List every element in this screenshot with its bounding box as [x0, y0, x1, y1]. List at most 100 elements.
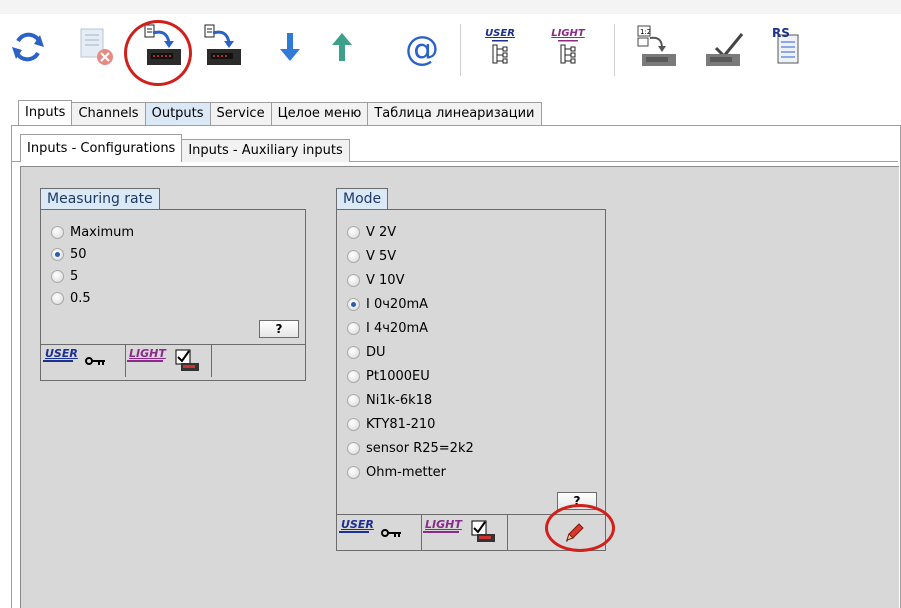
mode-option-i-4-20ma[interactable]: I 4ч20mA: [347, 318, 428, 338]
radio-button: [347, 273, 360, 287]
refresh-button[interactable]: [6, 14, 50, 84]
user-label: USER: [341, 518, 374, 531]
upload-arrow-icon: [330, 29, 354, 69]
read-from-device-button[interactable]: [138, 14, 188, 84]
rate-option-label: 5: [70, 268, 79, 284]
radio-button-selected: [347, 297, 360, 311]
light-label: LIGHT: [551, 28, 585, 39]
checked-device-icon: [175, 349, 201, 377]
radio-button: [347, 465, 360, 479]
mode-help-button[interactable]: ?: [557, 492, 597, 510]
radio-button: [347, 441, 360, 455]
mode-option-label: I 4ч20mA: [366, 320, 429, 336]
rs-label: RS: [772, 26, 790, 40]
user-label: USER: [45, 347, 78, 360]
mode-option-label: I 0ч20mA: [366, 296, 429, 312]
mode-option-v-10v[interactable]: V 10V: [347, 270, 404, 290]
user-menu-button[interactable]: USER: [478, 14, 522, 84]
light-access-cell[interactable]: LIGHT: [421, 515, 508, 550]
mode-option-i-0-20ma[interactable]: I 0ч20mA: [347, 294, 428, 314]
download-button[interactable]: [270, 14, 310, 84]
pencil-edit-icon[interactable]: [563, 522, 585, 548]
tab-service[interactable]: Service: [209, 102, 272, 125]
read-from-device-icon: [141, 23, 185, 75]
tab-inputs-configurations[interactable]: Inputs - Configurations: [20, 134, 183, 162]
radio-button: [347, 369, 360, 383]
user-label: USER: [485, 28, 515, 39]
radio-button: [347, 321, 360, 335]
mode-option-du[interactable]: DU: [347, 342, 386, 362]
tab-channels[interactable]: Channels: [71, 102, 146, 125]
radio-button: [51, 291, 64, 305]
user-access-cell[interactable]: USER: [337, 515, 422, 550]
svg-text:1:2: 1:2: [640, 28, 651, 36]
main-tab-bar: Inputs Channels Outputs Service Целое ме…: [18, 100, 542, 125]
write-to-device-button[interactable]: [198, 14, 248, 84]
mode-panel: V 2V V 5V V 10V I 0ч20mA I 4ч20mA DU Pt1…: [336, 209, 606, 551]
measuring-rate-title: Measuring rate: [40, 188, 160, 209]
tab-inputs-auxiliary[interactable]: Inputs - Auxiliary inputs: [181, 139, 350, 162]
sub-tab-bar: Inputs - Configurations Inputs - Auxilia…: [20, 134, 350, 162]
mode-option-v-5v[interactable]: V 5V: [347, 246, 396, 266]
mode-option-sensor-r25[interactable]: sensor R25=2k2: [347, 438, 474, 458]
rate-option-0-5[interactable]: 0.5: [51, 288, 91, 308]
radio-button: [347, 225, 360, 239]
radio-button: [347, 249, 360, 263]
measuring-rate-panel: Maximum 50 5 0.5 ? USER LIGHT: [40, 209, 306, 381]
light-label: LIGHT: [129, 347, 166, 360]
disconnect-button[interactable]: [74, 14, 118, 84]
light-underline: [423, 531, 459, 533]
upload-button[interactable]: [322, 14, 362, 84]
toolbar-separator: [614, 24, 615, 76]
radio-button: [347, 393, 360, 407]
device-check-button[interactable]: [700, 14, 748, 84]
measuring-rate-footer: USER LIGHT: [41, 344, 305, 377]
mode-option-label: V 2V: [366, 224, 397, 240]
tab-full-menu[interactable]: Целое меню: [270, 102, 369, 125]
mode-option-pt1000eu[interactable]: Pt1000EU: [347, 366, 430, 386]
radio-button: [347, 417, 360, 431]
email-button[interactable]: @: [400, 14, 444, 84]
tab-outputs[interactable]: Outputs: [144, 102, 211, 125]
toolbar: @ USER LIGHT 1:2 RS: [0, 14, 901, 92]
device-check-icon: [702, 24, 746, 74]
toolbar-separator: [460, 24, 461, 76]
rate-option-5[interactable]: 5: [51, 266, 78, 286]
radio-button-selected: [51, 247, 64, 261]
mode-option-label: sensor R25=2k2: [366, 440, 474, 456]
mode-option-label: DU: [366, 344, 386, 360]
mode-option-label: V 10V: [366, 272, 405, 288]
rate-option-label: Maximum: [70, 224, 135, 240]
rate-option-maximum[interactable]: Maximum: [51, 222, 134, 242]
mode-option-v-2v[interactable]: V 2V: [347, 222, 396, 242]
mode-option-label: Ni1k-6k18: [366, 392, 433, 408]
user-menu-tree-icon: [490, 38, 510, 70]
key-icon: [381, 527, 403, 543]
radio-button: [51, 269, 64, 283]
write-to-device-icon: [201, 23, 245, 75]
light-access-cell[interactable]: LIGHT: [125, 345, 212, 377]
user-underline: [339, 531, 369, 533]
mode-option-label: KTY81-210: [366, 416, 436, 432]
refresh-icon: [10, 27, 46, 71]
key-icon: [85, 355, 107, 371]
calibration-button[interactable]: 1:2: [634, 14, 682, 84]
user-underline: [43, 360, 73, 362]
light-menu-tree-icon: [558, 38, 578, 70]
light-label: LIGHT: [425, 518, 462, 531]
mode-title: Mode: [336, 188, 389, 209]
mode-option-ohm-metter[interactable]: Ohm-metter: [347, 462, 446, 482]
rs-document-icon: RS: [770, 25, 806, 73]
rate-option-50[interactable]: 50: [51, 244, 87, 264]
light-menu-button[interactable]: LIGHT: [544, 14, 592, 84]
disconnect-icon: [77, 25, 115, 73]
mode-option-kty81[interactable]: KTY81-210: [347, 414, 435, 434]
mode-option-ni1k[interactable]: Ni1k-6k18: [347, 390, 432, 410]
rate-option-label: 0.5: [70, 290, 91, 306]
tab-linearization-table[interactable]: Таблица линеаризации: [367, 102, 542, 125]
rs-document-button[interactable]: RS: [764, 14, 812, 84]
user-access-cell[interactable]: USER: [41, 345, 126, 377]
rate-option-label: 50: [70, 246, 87, 262]
measuring-rate-help-button[interactable]: ?: [259, 320, 299, 338]
tab-inputs[interactable]: Inputs: [18, 100, 73, 125]
